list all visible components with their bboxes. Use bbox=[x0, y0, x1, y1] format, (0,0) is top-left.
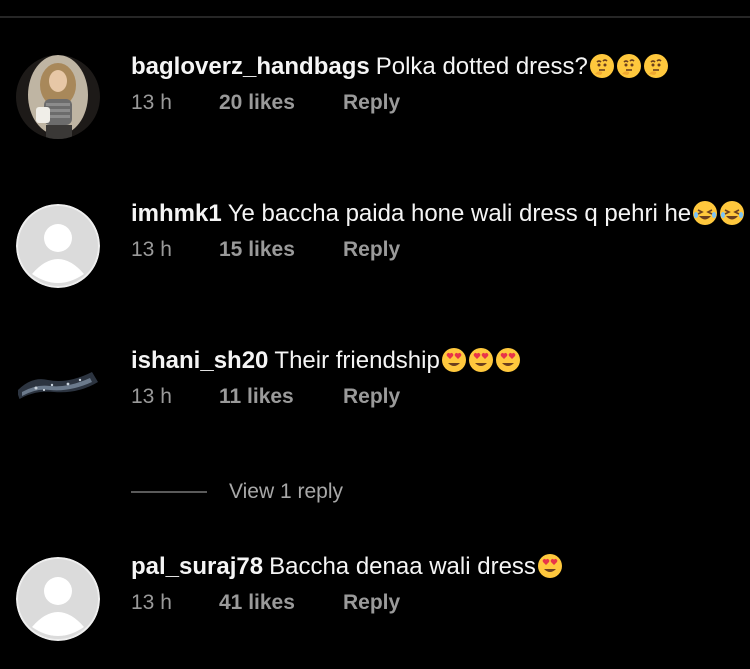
comment-meta: 13 h 11 likes Reply bbox=[131, 384, 400, 410]
comment-text: imhmk1 Ye baccha paida hone wali dress q … bbox=[131, 199, 745, 229]
laughing-face-icon bbox=[693, 201, 718, 225]
thinking-face-icon bbox=[616, 54, 641, 78]
avatar[interactable] bbox=[16, 557, 100, 641]
avatar[interactable] bbox=[16, 55, 100, 139]
comment-text: pal_suraj78 Baccha denaa wali dress bbox=[131, 552, 563, 582]
comment-text: bagloverz_handbags Polka dotted dress? bbox=[131, 52, 669, 82]
comment-meta: 13 h 15 likes Reply bbox=[131, 237, 400, 263]
heart-eyes-icon bbox=[537, 554, 562, 578]
likes-count[interactable]: 15 likes bbox=[219, 237, 343, 263]
likes-count[interactable]: 41 likes bbox=[219, 590, 343, 616]
reply-button[interactable]: Reply bbox=[343, 90, 400, 116]
comment-meta: 13 h 20 likes Reply bbox=[131, 90, 400, 116]
reply-button[interactable]: Reply bbox=[343, 237, 400, 263]
avatar[interactable] bbox=[16, 204, 100, 288]
thinking-face-icon bbox=[589, 54, 614, 78]
comment-text: ishani_sh20 Their friendship bbox=[131, 346, 521, 376]
reply-button[interactable]: Reply bbox=[343, 590, 400, 616]
heart-eyes-icon bbox=[495, 348, 520, 372]
top-divider bbox=[0, 16, 750, 18]
username[interactable]: ishani_sh20 bbox=[131, 347, 268, 374]
likes-count[interactable]: 20 likes bbox=[219, 90, 343, 116]
username[interactable]: pal_suraj78 bbox=[131, 553, 263, 580]
likes-count[interactable]: 11 likes bbox=[219, 384, 343, 410]
timestamp: 13 h bbox=[131, 385, 172, 408]
heart-eyes-icon bbox=[468, 348, 493, 372]
comment-item: bagloverz_handbags Polka dotted dress? 13… bbox=[0, 52, 750, 142]
timestamp: 13 h bbox=[131, 591, 172, 614]
username[interactable]: bagloverz_handbags bbox=[131, 53, 370, 80]
heart-eyes-icon bbox=[441, 348, 466, 372]
comment-item: ishani_sh20 Their friendship 13 h 11 likes… bbox=[0, 340, 750, 436]
laughing-face-icon bbox=[720, 201, 745, 225]
view-replies-label[interactable]: View 1 reply bbox=[229, 478, 343, 506]
username[interactable]: imhmk1 bbox=[131, 200, 222, 227]
comment-meta: 13 h 41 likes Reply bbox=[131, 590, 400, 616]
comment-body: Baccha denaa wali dress bbox=[269, 553, 536, 580]
timestamp: 13 h bbox=[131, 238, 172, 261]
comment-body: Ye baccha paida hone wali dress q pehri … bbox=[227, 200, 692, 227]
view-replies-line bbox=[131, 491, 207, 493]
reply-button[interactable]: Reply bbox=[343, 384, 400, 410]
comment-item: pal_suraj78 Baccha denaa wali dress 13 h 4… bbox=[0, 552, 750, 642]
avatar[interactable] bbox=[16, 340, 100, 424]
timestamp: 13 h bbox=[131, 91, 172, 114]
comment-body: Their friendship bbox=[274, 347, 440, 374]
comment-item: imhmk1 Ye baccha paida hone wali dress q … bbox=[0, 199, 750, 289]
comment-body: Polka dotted dress? bbox=[375, 53, 588, 80]
thinking-face-icon bbox=[643, 54, 668, 78]
